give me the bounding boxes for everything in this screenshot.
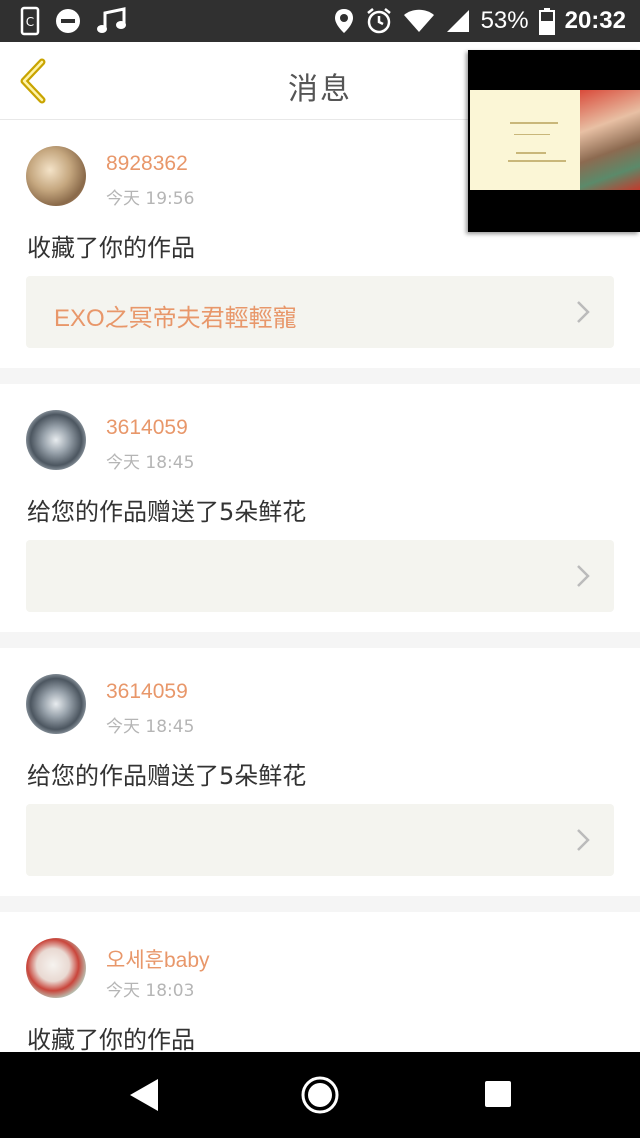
recents-square-icon[interactable]	[484, 1080, 512, 1108]
message-text: 收藏了你的作品	[27, 1026, 195, 1052]
sim-icon: C	[20, 6, 40, 36]
user-name[interactable]: 3614059	[106, 416, 188, 440]
system-nav-bar	[0, 1052, 640, 1138]
avatar[interactable]	[26, 674, 86, 734]
work-title: EXO之冥帝夫君輕輕寵	[54, 305, 297, 332]
message-card: 3614059 今天 18:45 给您的作品赠送了5朵鲜花	[0, 648, 640, 896]
wifi-icon	[403, 9, 434, 32]
message-text: 给您的作品赠送了5朵鲜花	[27, 498, 307, 526]
battery-percent: 53%	[480, 7, 529, 34]
user-name[interactable]: 오세훈baby	[106, 944, 210, 974]
alarm-icon	[366, 8, 391, 34]
message-text: 收藏了你的作品	[27, 234, 195, 262]
avatar[interactable]	[26, 410, 86, 470]
chevron-right-icon	[577, 565, 590, 587]
message-time: 今天 18:45	[106, 453, 195, 473]
message-text: 给您的作品赠送了5朵鲜花	[27, 762, 307, 790]
signal-icon	[446, 10, 469, 32]
message-time: 今天 19:56	[106, 189, 195, 209]
back-triangle-icon[interactable]	[126, 1077, 162, 1113]
chevron-right-icon	[577, 301, 590, 323]
battery-icon	[538, 8, 555, 35]
message-time: 今天 18:03	[106, 981, 195, 1001]
message-list[interactable]: 8928362 今天 19:56 收藏了你的作品 EXO之冥帝夫君輕輕寵 361…	[0, 120, 640, 1052]
message-card: 오세훈baby 今天 18:03 收藏了你的作品	[0, 912, 640, 1052]
floating-video-player[interactable]	[468, 50, 640, 232]
music-icon	[97, 7, 126, 33]
message-card: 3614059 今天 18:45 给您的作品赠送了5朵鲜花	[0, 384, 640, 632]
user-name[interactable]: 3614059	[106, 680, 188, 704]
avatar[interactable]	[26, 938, 86, 998]
do-not-disturb-icon	[56, 9, 80, 33]
user-name[interactable]: 8928362	[106, 152, 188, 176]
location-icon	[334, 9, 353, 33]
work-link[interactable]	[26, 804, 614, 876]
video-thumbnail-person	[580, 90, 640, 190]
work-link[interactable]	[26, 540, 614, 612]
chevron-right-icon	[577, 829, 590, 851]
status-bar: C 53% 20:32	[0, 0, 640, 42]
message-time: 今天 18:45	[106, 717, 195, 737]
home-circle-icon[interactable]	[300, 1075, 340, 1115]
clock: 20:32	[564, 7, 626, 34]
video-frame	[470, 90, 640, 190]
work-link[interactable]: EXO之冥帝夫君輕輕寵	[26, 276, 614, 348]
avatar[interactable]	[26, 146, 86, 206]
svg-text:C: C	[26, 15, 34, 29]
